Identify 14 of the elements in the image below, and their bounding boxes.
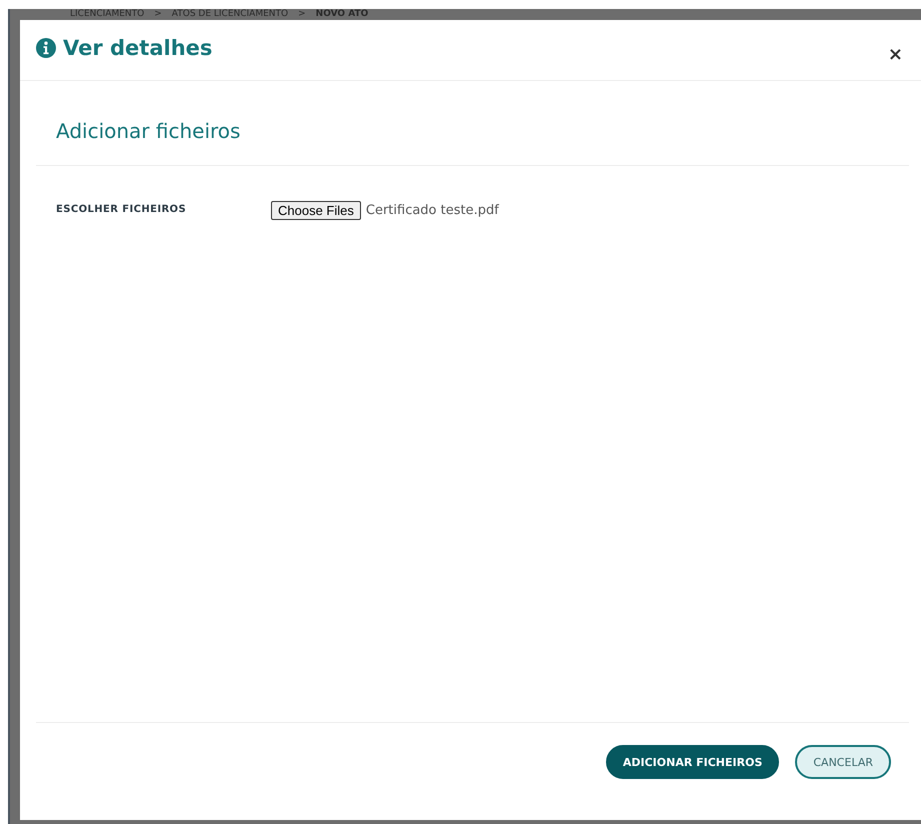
- choose-files-button[interactable]: Choose Files: [271, 201, 361, 220]
- section-title: Adicionar ficheiros: [36, 81, 909, 166]
- add-files-button[interactable]: ADICIONAR FICHEIROS: [606, 745, 780, 779]
- close-button[interactable]: ×: [884, 44, 907, 64]
- field-label: ESCOLHER FICHEIROS: [56, 204, 188, 217]
- file-name: Certificado teste.pdf: [366, 203, 499, 218]
- breadcrumb-item: NOVO ATO: [316, 9, 368, 20]
- breadcrumb-item: >: [154, 9, 162, 20]
- breadcrumb-item: ATOS DE LICENCIAMENTO: [172, 9, 288, 20]
- info-icon: [36, 38, 56, 58]
- breadcrumb-item: LICENCIAMENTO: [70, 9, 144, 20]
- cancel-button[interactable]: CANCELAR: [795, 745, 891, 779]
- dialog-title: Ver detalhes: [63, 36, 212, 60]
- breadcrumb-item: >: [298, 9, 306, 20]
